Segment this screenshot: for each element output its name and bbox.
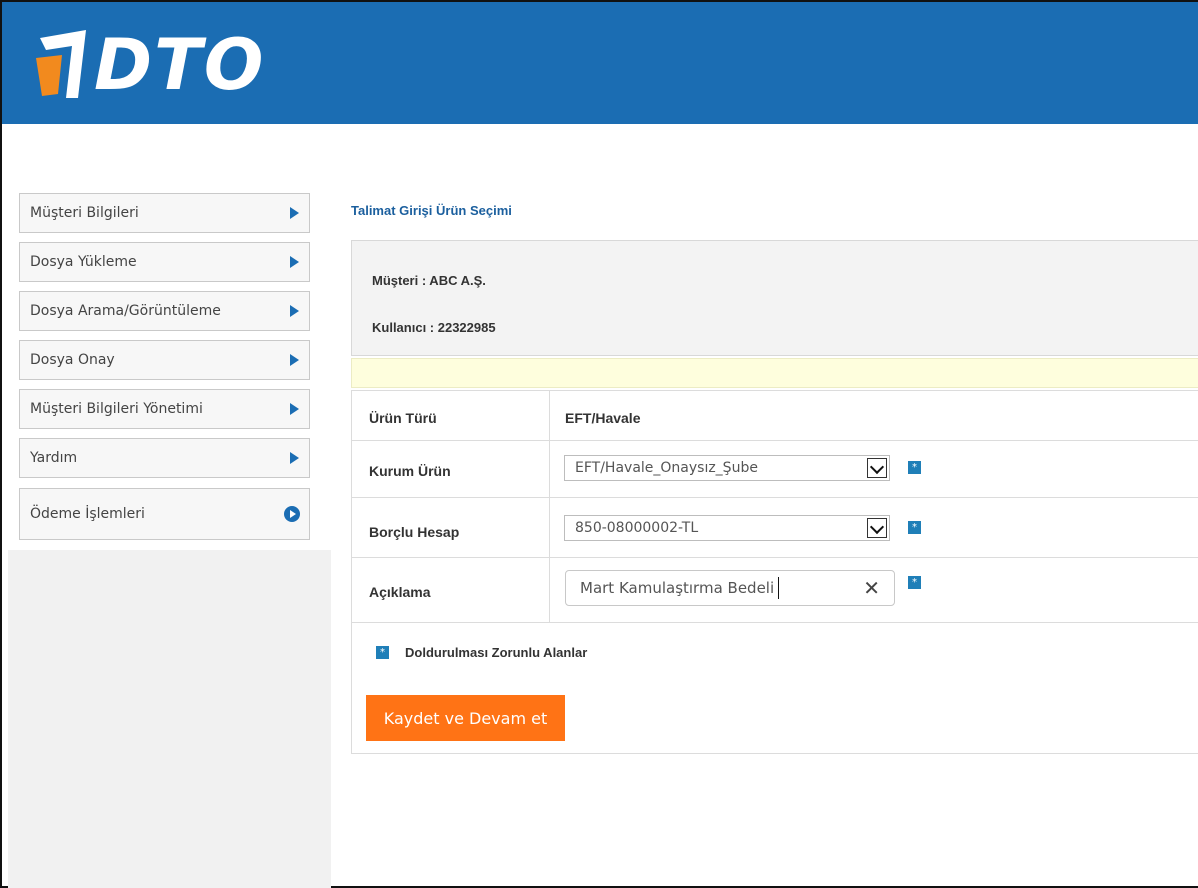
sidebar-item-musteri-bilgileri[interactable]: Müşteri Bilgileri	[19, 193, 310, 233]
required-marker-icon: *	[908, 521, 921, 534]
user-info: Kullanıcı : 22322985	[372, 320, 496, 335]
required-legend-text: Doldurulması Zorunlu Alanlar	[405, 645, 588, 660]
kurum-urun-selected: EFT/Havale_Onaysız_Şube	[575, 460, 758, 476]
chevron-down-icon	[869, 519, 885, 535]
column-divider	[549, 441, 550, 497]
sidebar-item-musteri-yonetimi[interactable]: Müşteri Bilgileri Yönetimi	[19, 389, 310, 429]
form-panel: Ürün Türü EFT/Havale Kurum Ürün EFT/Hava…	[351, 390, 1198, 754]
required-legend: * Doldurulması Zorunlu Alanlar	[376, 645, 587, 660]
triangle-arrow-icon	[290, 305, 299, 317]
sidebar-item-label: Dosya Yükleme	[30, 254, 137, 270]
sidebar-item-dosya-onay[interactable]: Dosya Onay	[19, 340, 310, 380]
dropdown-button[interactable]	[867, 518, 887, 538]
save-and-continue-button[interactable]: Kaydet ve Devam et	[366, 695, 565, 741]
customer-info: Müşteri : ABC A.Ş.	[372, 273, 486, 288]
borclu-hesap-select[interactable]: 850-08000002-TL	[564, 515, 890, 541]
triangle-arrow-icon	[290, 256, 299, 268]
sidebar-item-yardim[interactable]: Yardım	[19, 438, 310, 478]
clear-icon[interactable]: ✕	[863, 575, 880, 601]
header-bar: DTO	[2, 2, 1198, 124]
aciklama-input[interactable]: Mart Kamulaştırma Bedeli ✕	[565, 570, 895, 606]
logo: DTO	[32, 24, 265, 106]
sidebar-item-label: Yardım	[30, 450, 78, 466]
triangle-arrow-icon	[290, 403, 299, 415]
chevron-down-icon	[869, 459, 885, 475]
sidebar-item-label: Müşteri Bilgileri	[30, 205, 139, 221]
required-marker-icon: *	[908, 461, 921, 474]
form-row-urun-turu: Ürün Türü EFT/Havale	[352, 391, 1198, 441]
sidebar-item-label: Dosya Arama/Görüntüleme	[30, 303, 221, 319]
logo-text: DTO	[94, 24, 266, 106]
kurum-urun-select[interactable]: EFT/Havale_Onaysız_Şube	[564, 455, 890, 481]
triangle-arrow-icon	[290, 207, 299, 219]
column-divider	[549, 391, 550, 440]
sidebar-item-label: Müşteri Bilgileri Yönetimi	[30, 401, 203, 417]
kurum-urun-label: Kurum Ürün	[369, 463, 451, 479]
urun-turu-value: EFT/Havale	[565, 410, 641, 426]
text-cursor	[778, 577, 780, 599]
sidebar-item-label: Dosya Onay	[30, 352, 115, 368]
required-marker-icon: *	[908, 576, 921, 589]
borclu-hesap-selected: 850-08000002-TL	[575, 520, 699, 536]
required-marker-icon: *	[376, 646, 389, 659]
form-row-borclu-hesap: Borçlu Hesap 850-08000002-TL *	[352, 498, 1198, 558]
column-divider	[549, 498, 550, 557]
triangle-arrow-icon	[290, 452, 299, 464]
sidebar-item-dosya-yukleme[interactable]: Dosya Yükleme	[19, 242, 310, 282]
urun-turu-label: Ürün Türü	[369, 410, 437, 426]
sidebar-item-label: Ödeme İşlemleri	[30, 506, 145, 522]
sidebar-item-odeme-islemleri[interactable]: Ödeme İşlemleri	[19, 488, 310, 540]
page-title: Talimat Girişi Ürün Seçimi	[351, 203, 512, 218]
notice-bar	[351, 358, 1198, 388]
circle-arrow-icon	[284, 506, 300, 522]
triangle-arrow-icon	[290, 354, 299, 366]
form-row-aciklama: Açıklama Mart Kamulaştırma Bedeli ✕ *	[352, 558, 1198, 623]
info-panel: Müşteri : ABC A.Ş. Kullanıcı : 22322985	[351, 240, 1198, 356]
aciklama-label: Açıklama	[369, 584, 431, 600]
aciklama-value: Mart Kamulaştırma Bedeli	[580, 579, 775, 597]
logo-mark-icon	[36, 30, 86, 98]
column-divider	[549, 558, 550, 622]
dropdown-button[interactable]	[867, 458, 887, 478]
borclu-hesap-label: Borçlu Hesap	[369, 524, 460, 540]
sidebar-item-dosya-arama[interactable]: Dosya Arama/Görüntüleme	[19, 291, 310, 331]
form-row-kurum-urun: Kurum Ürün EFT/Havale_Onaysız_Şube *	[352, 441, 1198, 498]
